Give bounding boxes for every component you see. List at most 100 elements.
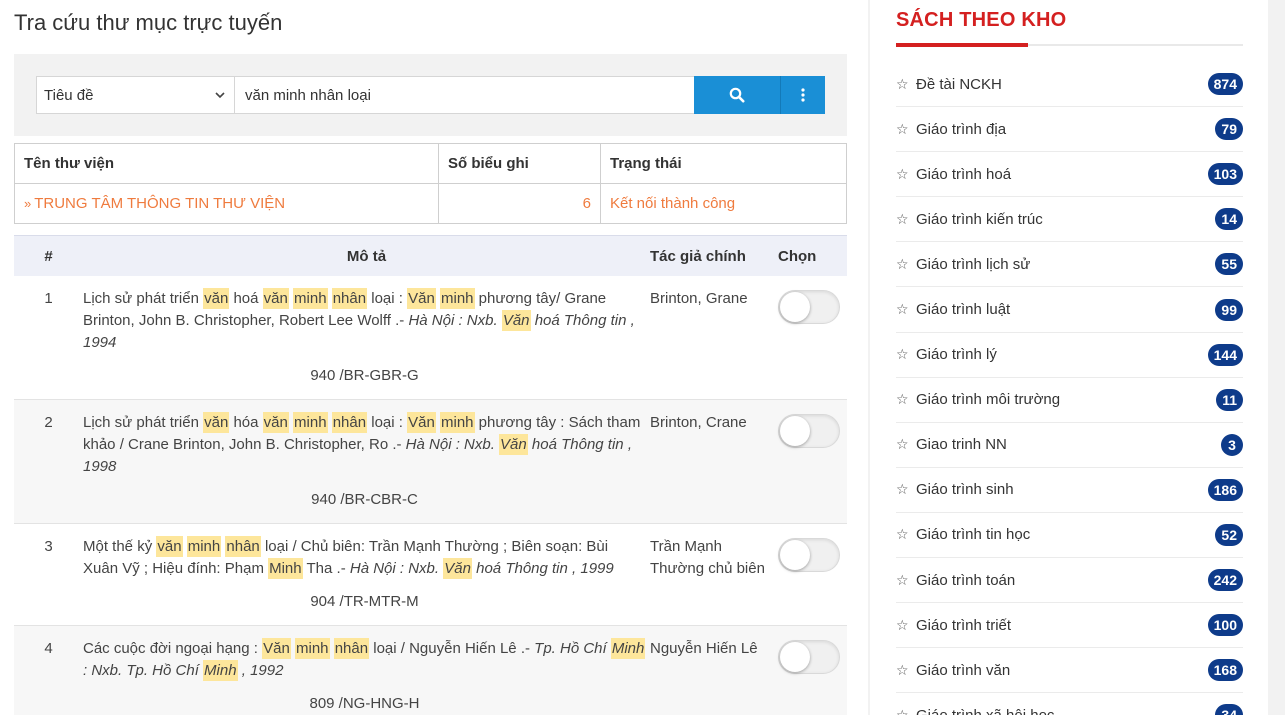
- search-term-highlight: văn: [203, 412, 230, 433]
- sidebar-item[interactable]: ☆ Giáo trình tin học 52: [896, 513, 1243, 559]
- description-text-segment: Lịch sử phát triển: [83, 414, 204, 431]
- sidebar-item[interactable]: ☆ Giáo trình kiến trúc 14: [896, 197, 1243, 243]
- sidebar-item-label: Giao trinh NN: [916, 436, 1007, 454]
- search-button[interactable]: [694, 76, 781, 114]
- sidebar-item[interactable]: ☆ Giáo trình hoá 103: [896, 152, 1243, 198]
- result-description[interactable]: Các cuộc đời ngoại hạng : Văn minh nhân …: [83, 626, 650, 715]
- sidebar-item[interactable]: ☆ Giáo trình lý 144: [896, 333, 1243, 378]
- description-text-segment: loại :: [367, 414, 408, 431]
- sidebar-item[interactable]: ☆ Giáo trình sinh 186: [896, 468, 1243, 513]
- search-term-highlight: Minh: [610, 638, 646, 659]
- toggle-knob: [780, 642, 810, 672]
- search-field-select[interactable]: Tiêu đề: [37, 77, 235, 113]
- sidebar-collection-list: ☆ Đề tài NCKH 874 ☆ Giáo trình địa 79 ☆ Giáo tr…: [896, 62, 1243, 715]
- sidebar-item-label: Đề tài NCKH: [916, 75, 1002, 93]
- sidebar-item[interactable]: ☆ Giáo trình toán 242: [896, 558, 1243, 604]
- count-badge: 55: [1215, 253, 1243, 276]
- page-title: Tra cứu thư mục trực tuyến: [14, 10, 283, 35]
- star-outline-icon: ☆: [896, 616, 909, 633]
- description-text-segment: Tp. Hồ Chí: [534, 640, 611, 657]
- result-description[interactable]: Lịch sử phát triển văn hóa văn minh nhân…: [83, 400, 650, 523]
- sidebar-item-label: Giáo trình tin học: [916, 526, 1031, 544]
- sidebar: SÁCH THEO KHO ☆ Đề tài NCKH 874 ☆ Giáo trình…: [870, 0, 1268, 715]
- description-text-segment: Tha .-: [302, 560, 350, 577]
- count-badge: 144: [1207, 343, 1243, 366]
- library-status: Kết nối thành công: [600, 183, 847, 224]
- search-panel: Tiêu đề: [14, 54, 847, 136]
- description-text-segment: hóa: [229, 414, 263, 431]
- sidebar-item[interactable]: ☆ Đề tài NCKH 874: [896, 62, 1243, 108]
- search-input[interactable]: [235, 77, 694, 113]
- search-term-highlight: Minh: [268, 558, 303, 579]
- result-description[interactable]: Lịch sử phát triển văn hoá văn minh nhân…: [83, 276, 650, 399]
- description-text-segment: loại :: [367, 290, 408, 307]
- search-term-highlight: văn: [262, 412, 289, 433]
- search-term-highlight: văn: [203, 288, 230, 309]
- toggle-knob: [780, 540, 810, 570]
- more-options-button[interactable]: [781, 76, 825, 114]
- result-choose-cell: [778, 276, 847, 399]
- result-description-text: Một thế kỷ văn minh nhân loại / Chủ biên…: [83, 536, 646, 580]
- sidebar-item[interactable]: ☆ Giáo trình triết 100: [896, 603, 1243, 649]
- result-author: Brinton, Crane: [650, 414, 747, 431]
- search-term-highlight: minh: [295, 638, 330, 659]
- description-text-segment: , 1992: [237, 662, 284, 679]
- description-text-segment: Lịch sử phát triển: [83, 290, 204, 307]
- star-outline-icon: ☆: [896, 661, 909, 678]
- search-term-highlight: Văn: [407, 288, 436, 309]
- sidebar-title-accent: [896, 43, 1028, 47]
- header-choose: Chọn: [778, 247, 817, 265]
- result-row: 3 Một thế kỷ văn minh nhân loại / Chủ biê…: [14, 524, 847, 626]
- select-toggle[interactable]: [778, 640, 840, 674]
- sidebar-item[interactable]: ☆ Giao trinh NN 3: [896, 423, 1243, 468]
- description-text-segment: loại / Nguyễn Hiến Lê .-: [369, 640, 535, 657]
- select-toggle[interactable]: [778, 290, 840, 324]
- sidebar-item-label: Giáo trình môi trường: [916, 391, 1061, 409]
- star-outline-icon: ☆: [896, 571, 909, 588]
- results-rows: 1 Lịch sử phát triển văn hoá văn minh nhâ…: [14, 276, 847, 715]
- library-name: TRUNG TÂM THÔNG TIN THƯ VIỆN: [34, 195, 286, 212]
- result-author: Nguyễn Hiến Lê: [650, 640, 758, 657]
- description-text-segment: hoá: [229, 290, 263, 307]
- sidebar-item[interactable]: ☆ Giáo trình lịch sử 55: [896, 242, 1243, 288]
- library-row: » TRUNG TÂM THÔNG TIN THƯ VIỆN 6 Kết nối …: [14, 183, 847, 224]
- star-outline-icon: ☆: [896, 75, 909, 92]
- count-badge: 99: [1215, 298, 1243, 321]
- result-description[interactable]: Một thế kỷ văn minh nhân loại / Chủ biên…: [83, 524, 650, 625]
- header-status: Trạng thái: [600, 143, 847, 184]
- sidebar-item-label: Giáo trình toán: [916, 571, 1016, 589]
- chevron-down-icon: [215, 92, 225, 99]
- result-row: 2 Lịch sử phát triển văn hóa văn minh nhâ…: [14, 400, 847, 524]
- sidebar-item-label: Giáo trình địa: [916, 120, 1007, 138]
- sidebar-item-label: Giáo trình lý: [916, 346, 997, 364]
- sidebar-item[interactable]: ☆ Giáo trình xã hội học34: [896, 693, 1243, 715]
- sidebar-item[interactable]: ☆ Giáo trình văn 168: [896, 648, 1243, 694]
- search-term-highlight: Văn: [443, 558, 472, 579]
- header-record-count: Số biểu ghi: [438, 143, 601, 184]
- count-badge: 3: [1221, 433, 1243, 456]
- description-text-segment: hoá Thông tin , 1999: [471, 560, 614, 577]
- count-badge: 52: [1215, 523, 1243, 546]
- search-field-value: Tiêu đề: [44, 86, 94, 104]
- select-toggle[interactable]: [778, 538, 840, 572]
- result-number: 1: [44, 290, 53, 307]
- main-content: Tra cứu thư mục trực tuyến Tiêu đề Tên t…: [0, 0, 860, 715]
- count-badge: 103: [1207, 163, 1243, 186]
- sidebar-item-label: Giáo trình luật: [916, 301, 1011, 319]
- search-term-highlight: văn: [156, 536, 183, 557]
- sidebar-item[interactable]: ☆ Giáo trình luật 99: [896, 287, 1243, 333]
- star-outline-icon: ☆: [896, 255, 909, 272]
- result-choose-cell: [778, 626, 847, 715]
- star-outline-icon: ☆: [896, 210, 909, 227]
- library-name-cell[interactable]: » TRUNG TÂM THÔNG TIN THƯ VIỆN: [14, 183, 439, 224]
- sidebar-item-label: Giáo trình xã hội học: [916, 707, 1215, 715]
- sidebar-item[interactable]: ☆ Giáo trình địa 79: [896, 107, 1243, 153]
- search-term-highlight: minh: [186, 536, 222, 557]
- sidebar-item[interactable]: ☆ Giáo trình môi trường 11: [896, 378, 1243, 423]
- count-badge: 34: [1215, 704, 1243, 715]
- result-choose-cell: [778, 524, 847, 625]
- select-toggle[interactable]: [778, 414, 840, 448]
- header-number: #: [44, 247, 53, 265]
- search-term-highlight: Văn: [499, 434, 528, 455]
- star-outline-icon: ☆: [896, 165, 909, 182]
